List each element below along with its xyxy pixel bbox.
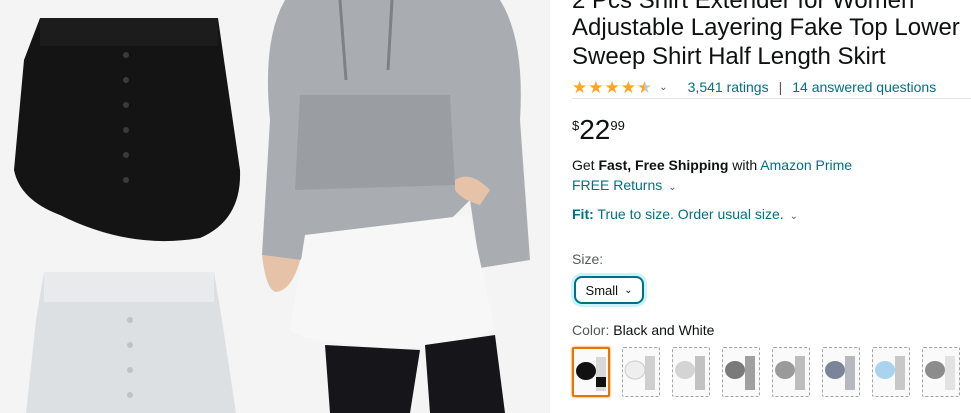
color-swatch-light-gray[interactable] [672, 347, 710, 397]
rating-row: ★ ★ ★ ★ ★ ⌄ 3,541 ratings | 14 answered … [572, 77, 936, 97]
chevron-down-icon: ⌄ [624, 284, 633, 296]
size-label: Size: [572, 251, 604, 267]
shipping-with: with [728, 157, 761, 173]
fit-label: Fit: [572, 206, 594, 222]
chevron-down-icon: ⌄ [789, 211, 799, 222]
star-icon: ★ [620, 77, 636, 97]
color-swatch-gray[interactable] [772, 347, 810, 397]
fit-value-link[interactable]: True to size. Order usual size. [597, 206, 783, 222]
color-value: Black and White [613, 322, 715, 338]
swatch-thumbnail [576, 357, 606, 391]
price-symbol: $ [572, 118, 580, 133]
swatch-thumbnail [624, 356, 655, 390]
price: $ 22 99 [572, 114, 625, 146]
size-dropdown[interactable]: Small ⌄ [574, 276, 644, 304]
swatch-thumbnail [675, 356, 705, 390]
size-selected: Small [585, 282, 619, 298]
chevron-down-icon[interactable]: ⌄ [659, 82, 667, 93]
swatch-thumbnail [925, 356, 955, 390]
chevron-down-icon: ⌄ [668, 182, 677, 193]
star-icon: ★ [588, 77, 604, 97]
swatch-thumbnail [825, 356, 855, 390]
color-row: Color: Black and White [572, 322, 714, 338]
separator: | [778, 79, 783, 95]
price-fraction: 99 [610, 118, 625, 133]
swatch-thumbnail [775, 356, 805, 390]
free-returns-link[interactable]: FREE Returns [572, 177, 662, 193]
color-swatch-white[interactable] [622, 347, 660, 397]
color-swatch-gray-white[interactable] [922, 347, 960, 397]
product-image[interactable] [0, 0, 550, 413]
product-info-panel: 2 Pcs Shirt Extender for Women Adjustabl… [572, 0, 971, 413]
product-image-art [0, 0, 550, 413]
shipping-info: Get Fast, Free Shipping with Amazon Prim… [572, 157, 852, 173]
divider [572, 98, 971, 99]
free-returns[interactable]: FREE Returns ⌄ [572, 177, 677, 193]
color-swatch-blue-gray[interactable] [822, 347, 860, 397]
price-whole: 22 [579, 114, 611, 145]
product-title-line-3: Sweep Shirt Half Length Skirt [572, 43, 886, 70]
shipping-get: Get [572, 157, 599, 173]
swatch-thumbnail [875, 356, 905, 390]
color-swatches [572, 347, 971, 397]
color-swatch-dark-gray[interactable] [722, 347, 760, 397]
color-swatch-light-blue[interactable] [872, 347, 910, 397]
swatch-thumbnail [725, 356, 755, 390]
half-star-icon: ★ [637, 77, 653, 97]
answered-questions-link[interactable]: 14 answered questions [792, 79, 936, 95]
fit-info[interactable]: Fit: True to size. Order usual size. ⌄ [572, 206, 798, 222]
ratings-link[interactable]: 3,541 ratings [688, 79, 769, 95]
product-title-line-2: Adjustable Layering Fake Top Lower [572, 14, 960, 41]
star-rating[interactable]: ★ ★ ★ ★ ★ [572, 79, 653, 96]
color-swatch-black[interactable] [572, 347, 610, 397]
color-label: Color: [572, 322, 614, 338]
shipping-bold: Fast, Free Shipping [598, 157, 729, 173]
amazon-prime-link[interactable]: Amazon Prime [760, 157, 852, 173]
star-icon: ★ [572, 77, 588, 97]
star-icon: ★ [604, 77, 620, 97]
